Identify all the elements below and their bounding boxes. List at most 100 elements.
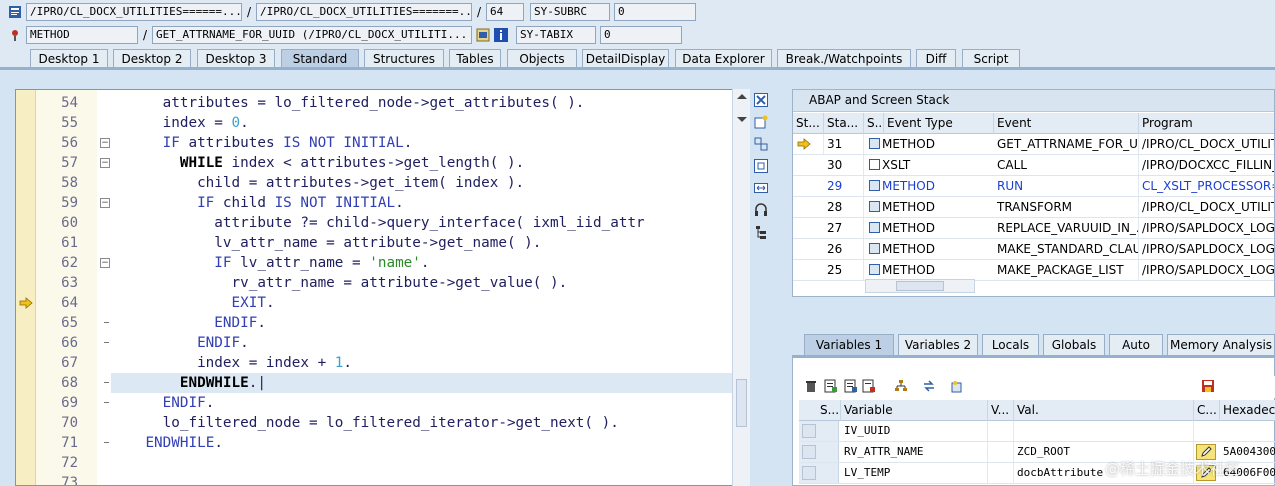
code-line[interactable]: 70 lo_filtered_node = lo_filtered_iterat…	[16, 413, 734, 433]
row-selector[interactable]	[799, 463, 839, 483]
col-header[interactable]: Variable	[841, 400, 988, 421]
code-line[interactable]: 58 child = attributes->get_item( index )…	[16, 173, 734, 193]
code-line-current[interactable]: 64 EXIT.	[16, 293, 734, 313]
tab-desktop-1[interactable]: Desktop 1	[30, 49, 108, 68]
info-icon[interactable]	[494, 28, 508, 42]
transfer-icon[interactable]	[921, 378, 937, 394]
event-type-field[interactable]: METHOD	[26, 26, 138, 44]
row-select-box[interactable]	[802, 445, 816, 459]
tab-detaildisplay[interactable]: DetailDisplay	[582, 49, 669, 68]
code-line[interactable]: 68 ENDWHILE.|	[16, 373, 734, 393]
stack-row[interactable]: 30 XSLT CALL /IPRO/DOCXCC_FILLIN_U	[793, 155, 1274, 176]
resize-horizontal-icon[interactable]	[753, 180, 769, 196]
variable-value[interactable]	[1014, 421, 1194, 441]
col-header[interactable]: V...	[988, 400, 1014, 421]
scroll-down-icon[interactable]	[737, 117, 747, 122]
stack-row[interactable]: 25 METHOD MAKE_PACKAGE_LIST /IPRO/SAPLDO…	[793, 260, 1274, 281]
variable-name[interactable]: RV_ATTR_NAME	[841, 442, 988, 462]
col-header[interactable]: C...	[1194, 400, 1220, 421]
row-select-box[interactable]	[802, 424, 816, 438]
tab-memory-analysis[interactable]: Memory Analysis	[1167, 334, 1275, 355]
code-line[interactable]: 60 attribute ?= child->query_interface( …	[16, 213, 734, 233]
code-line[interactable]: 66 ENDIF.	[16, 333, 734, 353]
sysfield-value-1[interactable]: 0	[614, 3, 696, 21]
code-line[interactable]: 72	[16, 453, 734, 473]
include-field[interactable]: /IPRO/CL_DOCX_UTILITIES=======...	[256, 3, 472, 21]
stack-row[interactable]: 31 METHOD GET_ATTRNAME_FOR_U... /IPRO/CL…	[793, 134, 1274, 155]
tab-desktop-2[interactable]: Desktop 2	[113, 49, 191, 68]
maximize-icon[interactable]	[753, 158, 769, 174]
tab-structures[interactable]: Structures	[364, 49, 444, 68]
tab-breakpoints[interactable]: Break./Watchpoints	[777, 49, 911, 68]
variable-row[interactable]: IV_UUID	[799, 421, 1275, 442]
tab-locals[interactable]: Locals	[982, 334, 1039, 355]
editor-scrollbar[interactable]	[732, 89, 750, 486]
code-line[interactable]: 69 ENDIF.	[16, 393, 734, 413]
tab-variables-2[interactable]: Variables 2	[898, 334, 978, 355]
tab-auto[interactable]: Auto	[1109, 334, 1163, 355]
sysfield-name-1[interactable]: SY-SUBRC	[530, 3, 610, 21]
stack-row[interactable]: 28 METHOD TRANSFORM /IPRO/CL_DOCX_UTILIT…	[793, 197, 1274, 218]
stack-row[interactable]: 29 METHOD RUN CL_XSLT_PROCESSOR====	[793, 176, 1274, 197]
tab-globals[interactable]: Globals	[1043, 334, 1105, 355]
col-header[interactable]: St...	[793, 113, 824, 134]
append-row-icon[interactable]	[843, 378, 859, 394]
row-selector[interactable]	[799, 421, 839, 441]
sysfield-value-2[interactable]: 0	[600, 26, 682, 44]
code-line[interactable]: 63 rv_attr_name = attribute->get_value( …	[16, 273, 734, 293]
variable-name[interactable]: LV_TEMP	[841, 463, 988, 483]
collapse-icon[interactable]: −	[100, 138, 110, 148]
code-line[interactable]: 54 attributes = lo_filtered_node->get_at…	[16, 93, 734, 113]
code-line[interactable]: 71 ENDWHILE.	[16, 433, 734, 453]
new-tool-icon[interactable]	[949, 378, 965, 394]
collapse-icon[interactable]: −	[100, 198, 110, 208]
tab-variables-1[interactable]: Variables 1	[804, 334, 894, 355]
variable-name[interactable]: IV_UUID	[841, 421, 988, 441]
event-field[interactable]: GET_ATTRNAME_FOR_UUID (/IPRO/CL_DOCX_UTI…	[152, 26, 472, 44]
new-window-icon[interactable]	[753, 114, 769, 130]
tab-objects[interactable]: Objects	[507, 49, 577, 68]
headset-icon[interactable]	[753, 202, 769, 218]
code-line[interactable]: 61 lv_attr_name = attribute->get_name( )…	[16, 233, 734, 253]
code-line[interactable]: 73	[16, 473, 734, 485]
settings-tree-icon[interactable]	[753, 224, 769, 240]
scroll-thumb[interactable]	[736, 379, 747, 427]
scroll-thumb[interactable]	[896, 281, 944, 291]
code-line[interactable]: 57 − WHILE index < attributes->get_lengt…	[16, 153, 734, 173]
code-line[interactable]: 59 − IF child IS NOT INITIAL.	[16, 193, 734, 213]
col-header[interactable]: Event	[994, 113, 1139, 134]
collapse-icon[interactable]: −	[100, 258, 110, 268]
delete-row-icon[interactable]	[861, 378, 877, 394]
tab-script[interactable]: Script	[962, 49, 1020, 68]
col-header[interactable]: Val.	[1014, 400, 1194, 421]
delete-icon[interactable]	[803, 378, 819, 394]
program-field[interactable]: /IPRO/CL_DOCX_UTILITIES======...	[26, 3, 242, 21]
col-header[interactable]: S...	[817, 400, 841, 421]
code-line[interactable]: 62 − IF lv_attr_name = 'name'.	[16, 253, 734, 273]
code-line[interactable]: 67 index = index + 1.	[16, 353, 734, 373]
sysfield-name-2[interactable]: SY-TABIX	[516, 26, 596, 44]
display-object-icon[interactable]	[476, 28, 490, 42]
row-selector[interactable]	[799, 442, 839, 462]
tab-diff[interactable]: Diff	[916, 49, 956, 68]
collapse-icon[interactable]: −	[100, 158, 110, 168]
code-line[interactable]: 65 ENDIF.	[16, 313, 734, 333]
code-line[interactable]: 55 index = 0.	[16, 113, 734, 133]
tab-standard[interactable]: Standard	[281, 49, 359, 68]
code-line[interactable]: 56 − IF attributes IS NOT INITIAL.	[16, 133, 734, 153]
hierarchy-icon[interactable]	[893, 378, 909, 394]
source-code-editor[interactable]: 54 attributes = lo_filtered_node->get_at…	[15, 89, 750, 486]
swap-icon[interactable]	[753, 136, 769, 152]
col-header[interactable]: Program	[1139, 113, 1274, 134]
panel-splitter[interactable]	[792, 300, 1275, 322]
col-header[interactable]: S...	[864, 113, 884, 134]
save-icon[interactable]	[1200, 378, 1216, 394]
col-header[interactable]: Event Type	[884, 113, 994, 134]
stack-row[interactable]: 26 METHOD MAKE_STANDARD_CLAU... /IPRO/SA…	[793, 239, 1274, 260]
col-header[interactable]: Sta...	[824, 113, 864, 134]
scroll-up-icon[interactable]	[737, 94, 747, 99]
insert-row-icon[interactable]	[823, 378, 839, 394]
tab-data-explorer[interactable]: Data Explorer	[675, 49, 772, 68]
close-icon[interactable]	[753, 92, 769, 108]
col-header[interactable]: Hexadecimal	[1220, 400, 1275, 421]
